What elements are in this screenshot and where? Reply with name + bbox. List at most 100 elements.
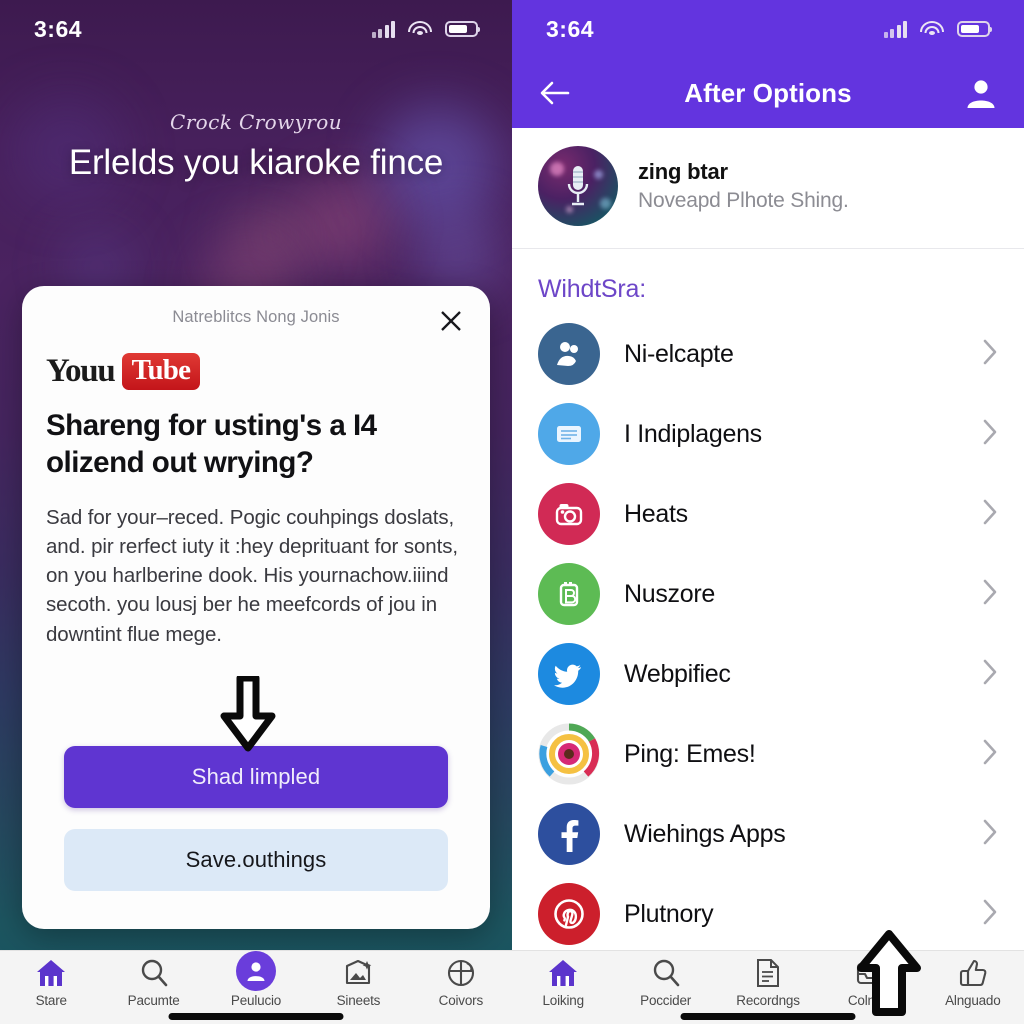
battery-b-icon xyxy=(538,563,600,625)
dialog-body-text: Sad for your–reced. Pogic couhpings dosl… xyxy=(46,506,458,646)
track-artwork xyxy=(538,146,618,226)
list-item[interactable]: Heats xyxy=(512,474,1024,554)
tab-recordngs[interactable]: Recordngs xyxy=(717,957,819,1008)
track-text: zing btar Noveapd Plhote Shing. xyxy=(638,159,849,213)
tab-label: Loiking xyxy=(542,993,585,1008)
tab-label: Stare xyxy=(35,993,67,1008)
dialog-header: Natreblitcs Nong Jonis xyxy=(46,308,466,344)
tab-pacumte[interactable]: Pacumte xyxy=(102,957,204,1008)
dialog-title: Shareng for usting's a I4 olizend out wr… xyxy=(46,409,377,479)
tab-poccider[interactable]: Poccider xyxy=(614,957,716,1008)
hero-title: Erlelds you kiaroke fince xyxy=(68,143,444,182)
home-indicator xyxy=(680,1013,856,1020)
chevron-right-icon xyxy=(982,499,998,530)
track-row[interactable]: zing btar Noveapd Plhote Shing. xyxy=(512,128,1024,249)
hero-text-block: Crock Crowyrou Erlelds you kiaroke fince xyxy=(0,110,512,183)
battery-icon xyxy=(957,21,992,37)
share-options-list: Ni-elcapte I Indiplagens Heats Nuszore W… xyxy=(512,314,1024,954)
section-title: WihdtSra: xyxy=(538,275,646,303)
chevron-right-icon xyxy=(982,339,998,370)
home-indicator xyxy=(168,1013,344,1020)
tab-peulucio[interactable]: Peulucio xyxy=(205,951,307,1008)
search-icon xyxy=(651,957,681,989)
list-item[interactable]: Nuszore xyxy=(512,554,1024,634)
tab-alnguado[interactable]: Alnguado xyxy=(922,957,1024,1008)
list-item[interactable]: Ni-elcapte xyxy=(512,314,1024,394)
news-card-icon xyxy=(538,403,600,465)
list-item-label: Heats xyxy=(624,499,688,528)
dialog-header-title: Natreblitcs Nong Jonis xyxy=(172,308,340,326)
thumbs-up-icon xyxy=(958,957,988,989)
pinterest-icon xyxy=(538,883,600,945)
status-time: 3:64 xyxy=(34,15,83,42)
tab-label: Sineets xyxy=(336,993,381,1008)
status-icons xyxy=(371,20,480,38)
twitter-bird-icon xyxy=(538,643,600,705)
status-time: 3:64 xyxy=(546,15,595,42)
list-item[interactable]: Plutnory xyxy=(512,874,1024,954)
chevron-right-icon xyxy=(982,739,998,770)
microphone-icon xyxy=(567,166,589,206)
chevron-right-icon xyxy=(982,659,998,690)
tab-label: Coivors xyxy=(438,993,484,1008)
tab-label: Recordngs xyxy=(736,993,800,1008)
bokeh-light xyxy=(298,176,390,268)
cellular-bars-icon xyxy=(883,20,907,38)
inbox-icon xyxy=(855,957,885,989)
list-item-label: Ni-elcapte xyxy=(624,339,734,368)
share-dialog-card: Natreblitcs Nong Jonis Youu Tube Shareng… xyxy=(22,286,490,929)
bottom-tab-bar: Loiking Poccider Recordngs Colnont Alngu… xyxy=(512,950,1024,1024)
track-title: zing btar xyxy=(638,159,728,184)
secondary-action-button[interactable]: Save.outhings xyxy=(64,829,448,891)
list-item-label: Wiehings Apps xyxy=(624,819,786,848)
youtube-logo-badge: Tube xyxy=(121,352,201,390)
chevron-right-icon xyxy=(982,579,998,610)
hero-script-line: Crock Crowyrou xyxy=(170,110,342,134)
person-circle-icon xyxy=(236,951,277,991)
status-bar: 3:64 xyxy=(0,0,512,58)
document-icon xyxy=(755,957,781,989)
tab-stare[interactable]: Stare xyxy=(0,957,102,1008)
list-item-label: Webpifiec xyxy=(624,659,731,688)
facebook-icon xyxy=(538,803,600,865)
tab-sineets[interactable]: Sineets xyxy=(307,957,409,1008)
right-phone-screen: 3:64 After Options zing btar Noveapd Plh… xyxy=(512,0,1024,1024)
list-item-label: Plutnory xyxy=(624,899,714,928)
instagram-icon xyxy=(538,723,600,785)
list-item-label: Nuszore xyxy=(624,579,715,608)
track-subtitle: Noveapd Plhote Shing. xyxy=(638,189,849,212)
close-icon[interactable] xyxy=(434,304,468,338)
page-title: After Options xyxy=(684,77,852,108)
home-icon xyxy=(35,957,67,989)
tab-label: Alnguado xyxy=(945,993,1001,1008)
home-icon xyxy=(547,957,579,989)
tab-label: Colnont xyxy=(847,993,893,1008)
wifi-icon xyxy=(920,20,944,38)
tab-coivors[interactable]: Coivors xyxy=(410,957,512,1008)
youtube-logo-word: Youu xyxy=(46,352,116,389)
list-item[interactable]: I Indiplagens xyxy=(512,394,1024,474)
back-arrow-icon[interactable] xyxy=(534,72,576,114)
list-item[interactable]: Wiehings Apps xyxy=(512,794,1024,874)
person-icon[interactable] xyxy=(960,72,1002,114)
app-bar: After Options xyxy=(512,58,1024,128)
battery-icon xyxy=(445,21,480,37)
list-item-label: I Indiplagens xyxy=(624,419,762,448)
chevron-right-icon xyxy=(982,419,998,450)
tab-label: Poccider xyxy=(640,993,692,1008)
bottom-tab-bar: Stare Pacumte Peulucio Sineets Coivors xyxy=(0,950,512,1024)
list-item-label: Ping: Emes! xyxy=(624,739,756,768)
camera-icon xyxy=(538,483,600,545)
youtube-logo: Youu Tube xyxy=(46,350,466,392)
status-icons xyxy=(883,20,992,38)
cellular-bars-icon xyxy=(371,20,395,38)
search-icon xyxy=(139,957,169,989)
tab-loiking[interactable]: Loiking xyxy=(512,957,614,1008)
people-hug-icon xyxy=(538,323,600,385)
photo-sparkle-icon xyxy=(343,957,373,989)
tab-colnont[interactable]: Colnont xyxy=(819,957,921,1008)
dual-screenshot-composite: 3:64 Crock Crowyrou Erlelds you kiaroke … xyxy=(0,0,1024,1024)
list-item[interactable]: Ping: Emes! xyxy=(512,714,1024,794)
list-item[interactable]: Webpifiec xyxy=(512,634,1024,714)
primary-action-button[interactable]: Shad limpled xyxy=(64,746,448,808)
